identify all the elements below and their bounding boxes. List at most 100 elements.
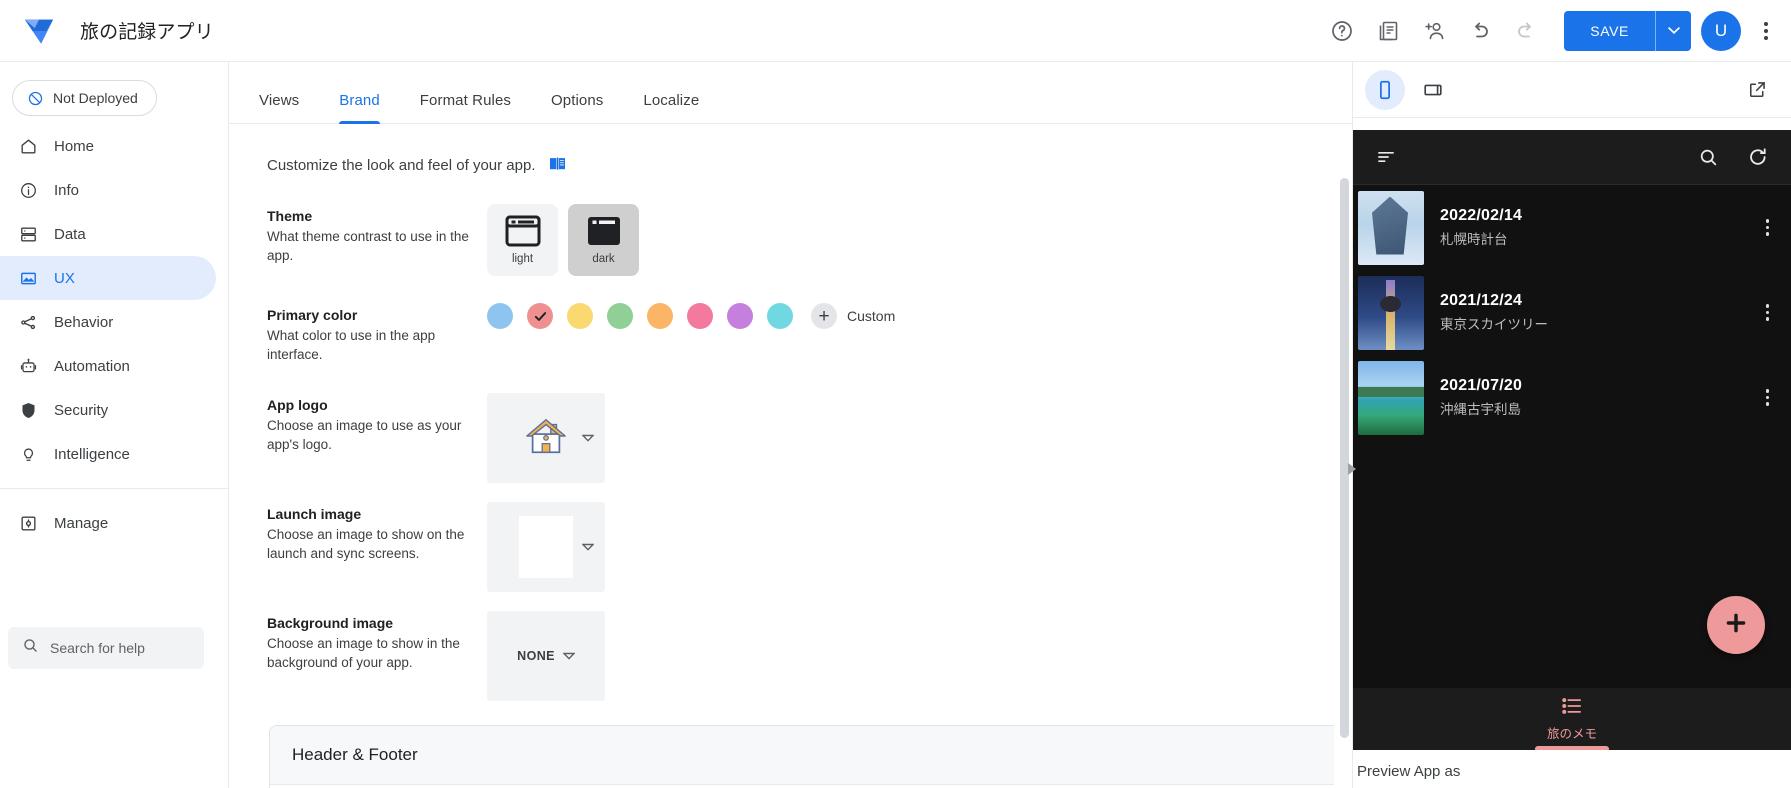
brand-settings-content: Customize the look and feel of your app.… <box>229 125 1334 788</box>
book-icon[interactable] <box>548 154 567 177</box>
behavior-icon <box>18 312 38 332</box>
sidebar-item-intelligence[interactable]: Intelligence <box>0 432 216 476</box>
tablet-icon[interactable] <box>1413 70 1453 110</box>
tab-brand[interactable]: Brand <box>319 92 400 124</box>
list-item[interactable]: 2021/07/20 沖縄古宇利島 <box>1353 355 1791 440</box>
undo-icon[interactable] <box>1460 11 1500 51</box>
color-swatch-cyan[interactable] <box>767 303 793 329</box>
theme-option-light[interactable]: light <box>487 204 558 276</box>
appsheet-logo[interactable] <box>8 14 70 48</box>
sidebar-item-automation[interactable]: Automation <box>0 344 216 388</box>
search-icon[interactable] <box>1698 147 1719 168</box>
robot-icon <box>18 356 38 376</box>
app-logo-control <box>487 393 1334 484</box>
sidebar-item-label: UX <box>54 269 75 287</box>
avatar[interactable]: U <box>1701 10 1741 51</box>
list-icon[interactable] <box>1561 697 1583 720</box>
list-item[interactable]: 2021/12/24 東京スカイツリー <box>1353 270 1791 355</box>
sidebar-item-security[interactable]: Security <box>0 388 216 432</box>
deploy-status-badge[interactable]: Not Deployed <box>12 80 157 116</box>
custom-color-button[interactable]: + Custom <box>811 303 895 329</box>
image-icon <box>18 268 38 288</box>
theme-option-label: dark <box>592 253 615 265</box>
save-dropdown-caret[interactable] <box>1655 10 1691 51</box>
app-logo-picker[interactable] <box>487 393 605 484</box>
panel-collapse-arrow-icon[interactable] <box>1346 462 1360 476</box>
docs-icon[interactable] <box>1368 11 1408 51</box>
chevron-down-icon[interactable] <box>581 429 595 447</box>
color-swatch-orange[interactable] <box>647 303 673 329</box>
background-image-picker[interactable]: NONE <box>487 611 605 702</box>
setting-primary-color: Primary color What color to use in the a… <box>251 298 1334 364</box>
tab-options[interactable]: Options <box>531 92 623 123</box>
sidebar-item-label: Behavior <box>54 313 114 331</box>
setting-app-logo-label: App logo Choose an image to use as your … <box>267 393 487 483</box>
preview-bottom-nav: 旅のメモ <box>1353 688 1791 750</box>
sidebar-item-label: Manage <box>54 514 109 532</box>
top-bar: 旅の記録アプリ SAVE U <box>0 0 1791 62</box>
color-swatch-yellow[interactable] <box>567 303 593 329</box>
add-person-icon[interactable] <box>1414 11 1454 51</box>
color-swatch-blue[interactable] <box>487 303 513 329</box>
setting-title: Theme <box>267 208 313 224</box>
sidebar-item-label: Automation <box>54 357 130 375</box>
chevron-down-icon[interactable] <box>562 647 576 665</box>
ux-tabs: Views Brand Format Rules Options Localiz… <box>229 62 1352 124</box>
sidebar-item-data[interactable]: Data <box>0 212 216 256</box>
record-place: 札幌時計台 <box>1440 232 1508 247</box>
add-record-fab[interactable] <box>1707 596 1765 654</box>
setting-primary-color-label: Primary color What color to use in the a… <box>267 303 487 364</box>
record-date: 2021/07/20 <box>1440 377 1523 394</box>
bottom-nav-label: 旅のメモ <box>1546 726 1597 741</box>
record-overflow-icon[interactable] <box>1760 213 1776 242</box>
list-item[interactable]: 2022/02/14 札幌時計台 <box>1353 185 1791 270</box>
setting-theme-label: Theme What theme contrast to use in the … <box>267 204 487 276</box>
color-swatch-purple[interactable] <box>727 303 753 329</box>
record-text: 2021/07/20 沖縄古宇利島 <box>1440 377 1744 418</box>
brand-intro-text: Customize the look and feel of your app. <box>267 157 536 174</box>
tab-format-rules[interactable]: Format Rules <box>400 92 531 123</box>
color-swatch-green[interactable] <box>607 303 633 329</box>
redo-icon[interactable] <box>1506 11 1546 51</box>
tab-localize[interactable]: Localize <box>623 92 719 123</box>
custom-color-label: Custom <box>847 308 896 324</box>
topbar-actions <box>1322 11 1550 51</box>
theme-option-dark[interactable]: dark <box>568 204 639 276</box>
record-date: 2022/02/14 <box>1440 207 1523 224</box>
record-overflow-icon[interactable] <box>1760 383 1776 412</box>
phone-icon[interactable] <box>1365 69 1405 110</box>
sidebar-item-info[interactable]: Info <box>0 168 216 212</box>
help-search-input[interactable] <box>50 640 190 656</box>
bottom-nav-indicator <box>1535 746 1609 750</box>
sidebar-item-manage[interactable]: Manage <box>0 501 216 545</box>
scrollbar-thumb[interactable] <box>1340 178 1349 738</box>
chevron-down-icon[interactable] <box>581 538 595 556</box>
open-in-new-icon[interactable] <box>1737 70 1777 110</box>
color-swatch-pink[interactable] <box>687 303 713 329</box>
overflow-menu-icon[interactable] <box>1747 11 1785 51</box>
record-overflow-icon[interactable] <box>1760 298 1776 327</box>
save-button[interactable]: SAVE <box>1564 10 1655 51</box>
tab-views[interactable]: Views <box>239 92 319 123</box>
shield-icon <box>18 400 38 420</box>
app-title: 旅の記録アプリ <box>80 22 214 43</box>
sidebar-item-home[interactable]: Home <box>0 124 216 168</box>
setting-theme: Theme What theme contrast to use in the … <box>251 199 1334 276</box>
help-search-box[interactable] <box>8 627 204 669</box>
sort-menu-icon[interactable] <box>1375 147 1397 167</box>
sidebar-item-behavior[interactable]: Behavior <box>0 300 216 344</box>
save-button-group: SAVE <box>1564 10 1691 51</box>
color-swatch-red-selected[interactable] <box>527 303 553 329</box>
refresh-icon[interactable] <box>1747 146 1769 168</box>
plus-icon: + <box>811 303 837 329</box>
setting-desc: Choose an image to use as your app's log… <box>267 418 462 453</box>
sidebar-item-label: Data <box>54 225 86 243</box>
main-scrollbar[interactable] <box>1340 168 1349 788</box>
preview-panel: 2022/02/14 札幌時計台 2021/12/24 東京スカイツリー 202… <box>1352 62 1791 788</box>
background-image-control: NONE <box>487 611 1334 702</box>
data-icon <box>18 224 38 244</box>
record-thumbnail <box>1358 190 1424 265</box>
help-icon[interactable] <box>1322 11 1362 51</box>
sidebar-item-ux[interactable]: UX <box>0 256 216 300</box>
launch-image-picker[interactable] <box>487 502 605 593</box>
